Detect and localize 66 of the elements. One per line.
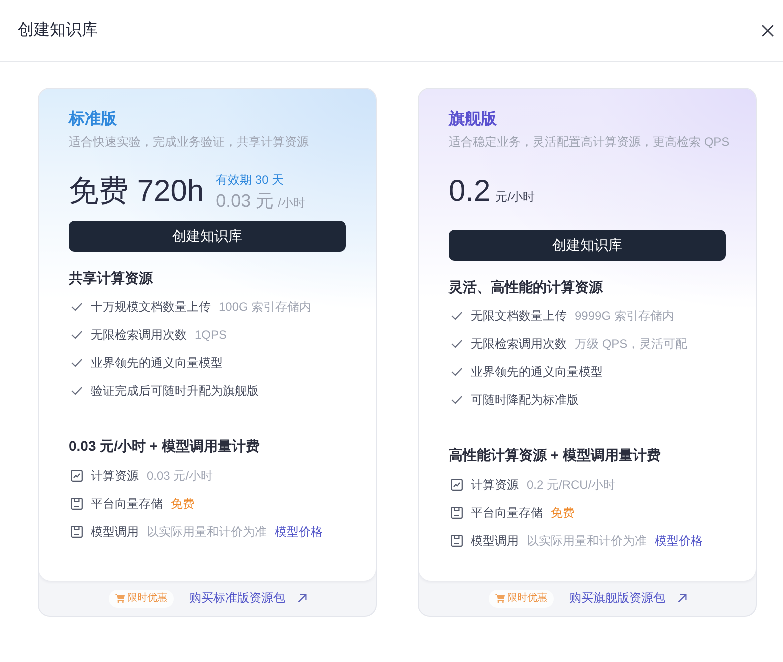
promo-text: 限时优惠: [128, 592, 168, 604]
save-icon: [71, 526, 83, 538]
chart-icon: [451, 479, 463, 491]
billing-value: 0.2 元/RCU/小时: [527, 476, 616, 494]
feature-text: 无限检索调用次数: [471, 336, 567, 352]
check-icon: [71, 386, 83, 396]
cart-icon: [494, 594, 504, 603]
billing-label: 平台向量存储: [91, 496, 163, 512]
promo-text: 限时优惠: [508, 592, 548, 604]
billing-label: 模型调用: [91, 524, 139, 540]
price-amount: 0.2: [449, 174, 491, 210]
check-icon: [71, 302, 83, 312]
section-heading: 0.03 元/小时 + 模型调用量计费: [69, 438, 260, 454]
check-icon: [451, 367, 463, 377]
plan-description: 适合稳定业务，灵活配置高计算资源，更高检索 QPS: [449, 135, 730, 149]
cart-icon: [114, 594, 124, 603]
free-note: 免费: [171, 496, 195, 512]
feature-text: 可随时降配为标准版: [471, 392, 579, 408]
purchase-link[interactable]: 购买标准版资源包: [190, 590, 286, 607]
feature-note: 万级 QPS，灵活可配: [575, 336, 688, 352]
validity-text: 有效期 30 天: [216, 173, 284, 187]
create-button[interactable]: 创建知识库: [449, 230, 726, 261]
rate-unit: /小时: [278, 195, 306, 212]
chart-icon: [71, 470, 83, 482]
check-icon: [451, 311, 463, 321]
section-heading: 共享计算资源: [69, 270, 153, 286]
diagonal-arrow-icon[interactable]: [678, 594, 686, 603]
feature-note: 100G 索引存储内: [219, 298, 312, 316]
billing-value: 以实际用量和计价为准: [527, 532, 647, 550]
billing-value: 以实际用量和计价为准: [147, 524, 267, 540]
model-price-link[interactable]: 模型价格: [655, 532, 703, 550]
save-icon: [451, 535, 463, 547]
feature-text: 业界领先的通义向量模型: [91, 354, 223, 372]
billing-label: 计算资源: [471, 476, 519, 494]
feature-text: 无限文档数量上传: [471, 308, 567, 324]
feature-text: 十万规模文档数量上传: [91, 298, 211, 316]
original-rate: 0.03 元: [216, 190, 274, 213]
feature-text: 无限检索调用次数: [91, 326, 187, 344]
model-price-link[interactable]: 模型价格: [275, 524, 323, 540]
save-icon: [71, 498, 83, 510]
price-unit: 元/小时: [496, 188, 536, 206]
create-button[interactable]: 创建知识库: [69, 221, 346, 252]
plan-description: 适合快速实验，完成业务验证，共享计算资源: [69, 135, 309, 149]
dialog-title: 创建知识库: [18, 20, 98, 41]
save-icon: [451, 507, 463, 519]
check-icon: [71, 330, 83, 340]
check-icon: [71, 358, 83, 368]
section-heading: 灵活、高性能的计算资源: [449, 279, 603, 295]
billing-label: 平台向量存储: [471, 504, 543, 522]
check-icon: [451, 339, 463, 349]
billing-label: 计算资源: [91, 468, 139, 484]
feature-text: 业界领先的通义向量模型: [471, 364, 603, 380]
price-amount: 免费 720h: [69, 174, 204, 210]
feature-note: 1QPS: [195, 328, 228, 342]
purchase-link[interactable]: 购买旗舰版资源包: [570, 590, 666, 607]
free-note: 免费: [551, 504, 575, 522]
check-icon: [451, 395, 463, 405]
close-icon[interactable]: [762, 24, 774, 36]
plan-name: 旗舰版: [449, 111, 497, 128]
feature-note: 9999G 索引存储内: [575, 308, 674, 324]
feature-text: 验证完成后可随时升配为旗舰版: [91, 382, 259, 400]
billing-label: 模型调用: [471, 532, 519, 550]
billing-value: 0.03 元/小时: [147, 468, 214, 484]
section-heading: 高性能计算资源 + 模型调用量计费: [449, 447, 661, 463]
plan-name: 标准版: [69, 111, 117, 128]
diagonal-arrow-icon[interactable]: [298, 594, 306, 603]
